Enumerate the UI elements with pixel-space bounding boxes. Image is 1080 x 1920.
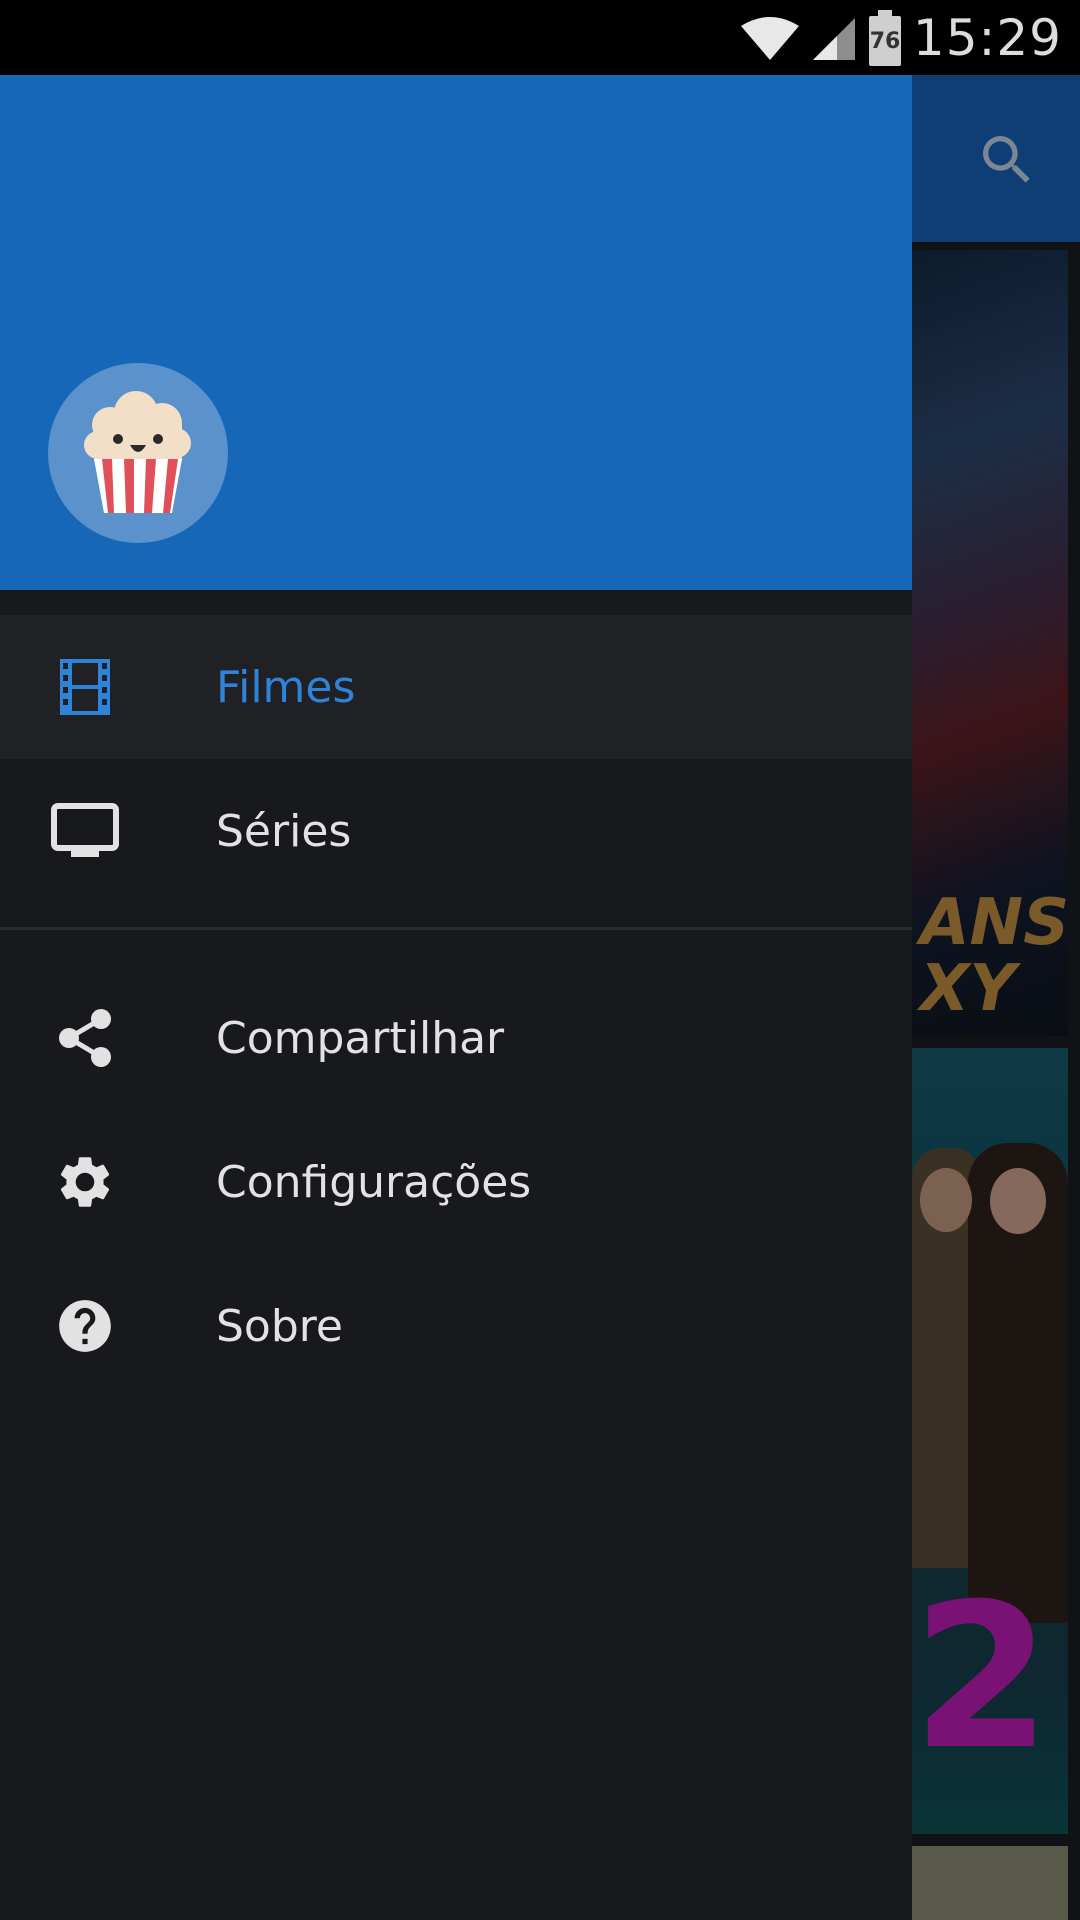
poster-title-fragment: ANS XY	[920, 886, 1068, 1026]
help-icon	[50, 1291, 120, 1361]
drawer-item-label: Séries	[216, 805, 352, 857]
signal-icon	[812, 18, 855, 60]
drawer-menu: Filmes Séries Compartilhar Configurações…	[0, 615, 912, 1398]
poster-title-fragment: 2	[912, 1561, 1052, 1794]
movie-poster[interactable]: ANS XY	[912, 250, 1068, 1036]
clock: 15:29	[912, 9, 1062, 67]
wifi-icon	[740, 17, 799, 60]
popcorn-logo	[48, 363, 228, 543]
status-bar: 76 15:29	[0, 0, 1080, 75]
movie-poster[interactable]: 2	[912, 1048, 1068, 1834]
drawer-item-label: Sobre	[216, 1300, 343, 1352]
navigation-drawer: Filmes Séries Compartilhar Configurações…	[0, 75, 912, 1920]
share-icon	[50, 1003, 120, 1073]
drawer-item-sobre[interactable]: Sobre	[0, 1254, 912, 1398]
film-icon	[50, 652, 120, 722]
drawer-item-filmes[interactable]: Filmes	[0, 615, 912, 759]
drawer-item-label: Compartilhar	[216, 1012, 505, 1064]
movie-poster[interactable]	[912, 1846, 1068, 1920]
search-icon[interactable]	[975, 128, 1039, 192]
settings-icon	[50, 1147, 120, 1217]
drawer-item-configuracoes[interactable]: Configurações	[0, 1110, 912, 1254]
drawer-header	[0, 75, 912, 590]
battery-level-text: 76	[870, 29, 901, 54]
drawer-item-series[interactable]: Séries	[0, 759, 912, 903]
poster-face	[920, 1168, 972, 1232]
drawer-divider	[0, 927, 912, 930]
status-icons: 76 15:29	[739, 8, 1062, 68]
tv-icon	[50, 796, 120, 866]
poster-face	[990, 1168, 1046, 1234]
drawer-item-label: Filmes	[216, 661, 356, 713]
drawer-item-compartilhar[interactable]: Compartilhar	[0, 966, 912, 1110]
drawer-item-label: Configurações	[216, 1156, 532, 1208]
battery-icon: 76	[868, 10, 901, 66]
